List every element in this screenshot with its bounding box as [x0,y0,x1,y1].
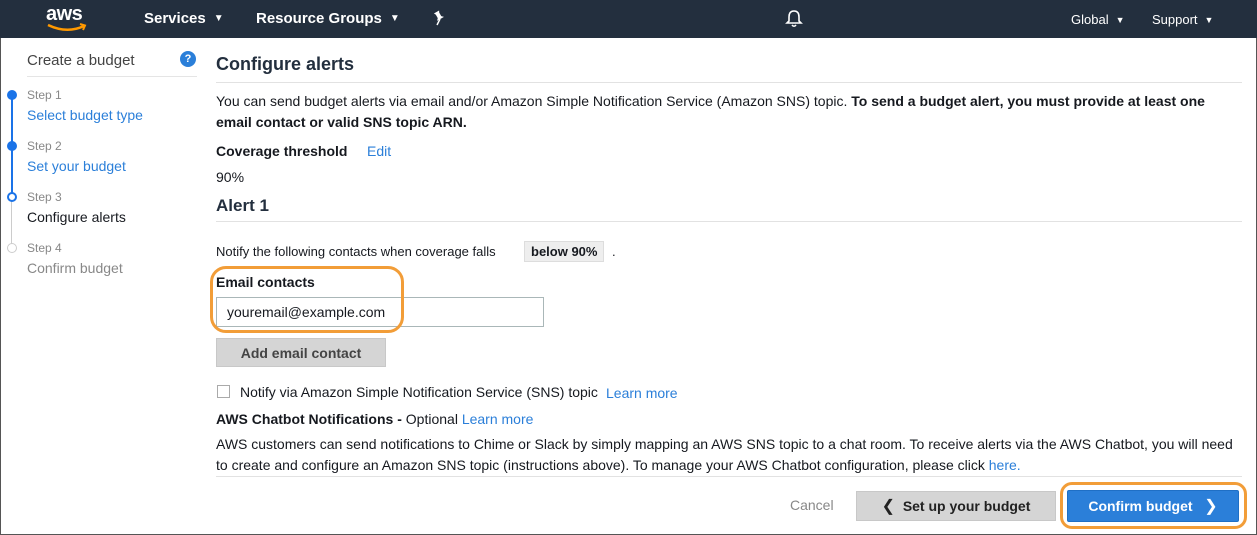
step-4-number: Step 4 [27,241,62,255]
coverage-threshold-label: Coverage threshold [216,143,348,159]
chatbot-description: AWS customers can send notifications to … [216,434,1246,476]
divider [216,476,1242,477]
chevron-left-icon: ❮ [881,498,896,515]
wizard-sidebar: Create a budget ? Step 1 Select budget t… [0,38,205,535]
step-4-label: Confirm budget [27,260,123,276]
chevron-down-icon: ▼ [1115,15,1125,25]
chevron-down-icon: ▼ [213,13,224,24]
previous-step-button[interactable]: ❮ Set up your budget [856,491,1056,521]
top-nav: aws Services ▼ Resource Groups ▼ Global ▼ S… [0,0,1257,38]
divider [216,221,1242,222]
support-menu[interactable]: Support ▼ [1152,12,1213,27]
threshold-badge: below 90% [524,241,605,262]
help-icon[interactable]: ? [180,51,196,67]
notify-end: . [612,244,616,259]
confirm-budget-label: Confirm budget [1088,498,1193,514]
pin-icon[interactable] [432,10,448,29]
alert-title: Alert 1 [216,196,269,215]
resource-groups-label: Resource Groups [256,10,382,27]
step-1-dot [7,90,17,100]
cancel-button[interactable]: Cancel [790,497,834,513]
sns-checkbox[interactable] [217,385,230,398]
chatbot-text: AWS customers can send notifications to … [216,436,1233,473]
step-3-dot [7,192,17,202]
confirm-budget-button[interactable]: Confirm budget ❯ [1067,490,1239,522]
chevron-down-icon: ▼ [1204,15,1214,25]
region-menu[interactable]: Global ▼ [1071,12,1125,27]
intro-plain: You can send budget alerts via email and… [216,93,852,109]
chatbot-here-link[interactable]: here. [989,457,1021,473]
previous-step-label: Set up your budget [902,498,1031,514]
services-menu[interactable]: Services ▼ [144,10,224,27]
chatbot-learn-more-link[interactable]: Learn more [462,411,534,427]
support-label: Support [1152,12,1198,27]
email-contacts-label: Email contacts [216,274,315,290]
chatbot-title: AWS Chatbot Notifications - [216,411,402,427]
chevron-right-icon: ❯ [1204,498,1218,515]
add-email-contact-button[interactable]: Add email contact [216,338,386,367]
step-4-dot [7,243,17,253]
aws-smile-icon [47,23,87,31]
sns-checkbox-label: Notify via Amazon Simple Notification Se… [240,384,598,400]
sidebar-title: Create a budget [27,52,135,69]
bell-icon[interactable] [785,9,803,31]
services-label: Services [144,10,206,27]
aws-logo[interactable]: aws [46,3,88,33]
step-3-number: Step 3 [27,190,62,204]
region-label: Global [1071,12,1109,27]
coverage-threshold-value: 90% [216,169,245,185]
divider [27,76,197,77]
chatbot-heading: AWS Chatbot Notifications - Optional Lea… [216,411,533,427]
step-1-number: Step 1 [27,88,62,102]
step-2-dot [7,141,17,151]
divider [216,82,1242,83]
step-2-link[interactable]: Set your budget [27,158,126,174]
email-field[interactable] [216,297,544,327]
step-3-current: Configure alerts [27,209,126,225]
step-2-number: Step 2 [27,139,62,153]
page-title: Configure alerts [216,54,355,74]
chevron-down-icon: ▼ [389,13,400,24]
steps-remaining-line [11,196,12,246]
sns-learn-more-link[interactable]: Learn more [606,385,678,401]
notify-text: Notify the following contacts when cover… [216,244,496,259]
chatbot-optional: Optional [401,411,462,427]
intro-text: You can send budget alerts via email and… [216,91,1242,133]
coverage-edit-link[interactable]: Edit [367,143,391,159]
step-1-link[interactable]: Select budget type [27,107,143,123]
resource-groups-menu[interactable]: Resource Groups ▼ [256,10,400,27]
